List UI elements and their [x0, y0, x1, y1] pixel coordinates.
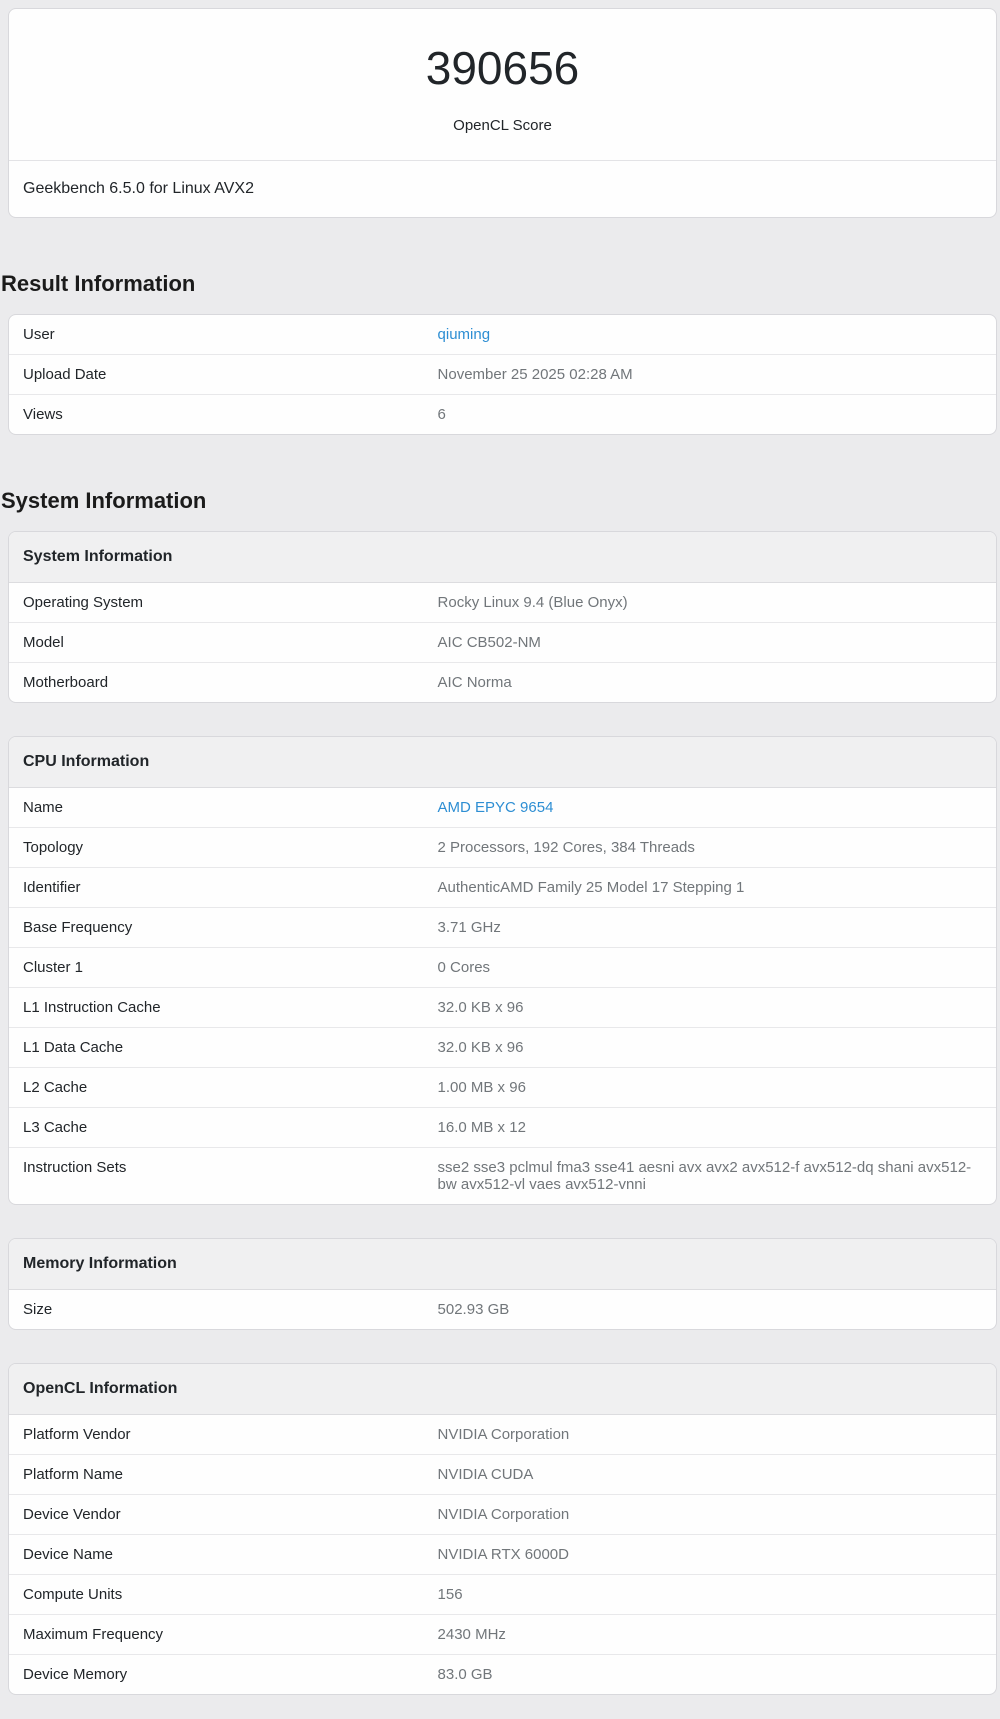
row-value: 6	[424, 395, 996, 435]
opencl-information-card: OpenCL Information Platform Vendor NVIDI…	[8, 1363, 997, 1695]
table-row-size: Size 502.93 GB	[9, 1290, 996, 1329]
row-value: NVIDIA CUDA	[424, 1455, 996, 1495]
row-label: L1 Data Cache	[9, 1028, 424, 1068]
row-label: Device Vendor	[9, 1495, 424, 1535]
row-value: 502.93 GB	[424, 1290, 996, 1329]
system-information-card: System Information Operating System Rock…	[8, 531, 997, 703]
row-label: Device Memory	[9, 1655, 424, 1695]
table-row-identifier: Identifier AuthenticAMD Family 25 Model …	[9, 868, 996, 908]
row-label: Base Frequency	[9, 908, 424, 948]
table-row-l2-cache: L2 Cache 1.00 MB x 96	[9, 1068, 996, 1108]
table-row-base-frequency: Base Frequency 3.71 GHz	[9, 908, 996, 948]
row-value: 2 Processors, 192 Cores, 384 Threads	[424, 828, 996, 868]
opencl-information-table: Platform Vendor NVIDIA Corporation Platf…	[9, 1415, 996, 1694]
row-label: Size	[9, 1290, 424, 1329]
row-value: AMD EPYC 9654	[424, 788, 996, 828]
table-row-l3-cache: L3 Cache 16.0 MB x 12	[9, 1108, 996, 1148]
table-row-device-name: Device Name NVIDIA RTX 6000D	[9, 1535, 996, 1575]
row-label: L3 Cache	[9, 1108, 424, 1148]
row-value: AIC Norma	[424, 663, 996, 703]
row-value: 0 Cores	[424, 948, 996, 988]
opencl-score-value: 390656	[23, 45, 982, 91]
table-row-device-vendor: Device Vendor NVIDIA Corporation	[9, 1495, 996, 1535]
table-row-platform-vendor: Platform Vendor NVIDIA Corporation	[9, 1415, 996, 1455]
opencl-card-header: OpenCL Information	[9, 1364, 996, 1415]
row-label: Name	[9, 788, 424, 828]
table-row-platform-name: Platform Name NVIDIA CUDA	[9, 1455, 996, 1495]
table-row-l1-data-cache: L1 Data Cache 32.0 KB x 96	[9, 1028, 996, 1068]
row-label: L2 Cache	[9, 1068, 424, 1108]
row-label: Cluster 1	[9, 948, 424, 988]
table-row-cpu-name: Name AMD EPYC 9654	[9, 788, 996, 828]
row-label: Model	[9, 623, 424, 663]
table-row-topology: Topology 2 Processors, 192 Cores, 384 Th…	[9, 828, 996, 868]
memory-card-header: Memory Information	[9, 1239, 996, 1290]
row-label: Identifier	[9, 868, 424, 908]
result-information-card: User qiuming Upload Date November 25 202…	[8, 314, 997, 435]
table-row-operating-system: Operating System Rocky Linux 9.4 (Blue O…	[9, 583, 996, 623]
row-value: sse2 sse3 pclmul fma3 sse41 aesni avx av…	[424, 1148, 996, 1205]
score-card: 390656 OpenCL Score Geekbench 6.5.0 for …	[8, 8, 997, 218]
table-row-views: Views 6	[9, 395, 996, 435]
row-value: 32.0 KB x 96	[424, 988, 996, 1028]
table-row-instruction-sets: Instruction Sets sse2 sse3 pclmul fma3 s…	[9, 1148, 996, 1205]
row-value: 1.00 MB x 96	[424, 1068, 996, 1108]
row-value: 83.0 GB	[424, 1655, 996, 1695]
opencl-score-label: OpenCL Score	[23, 117, 982, 134]
row-label: Instruction Sets	[9, 1148, 424, 1205]
table-row-motherboard: Motherboard AIC Norma	[9, 663, 996, 703]
table-row-cluster-1: Cluster 1 0 Cores	[9, 948, 996, 988]
row-label: Maximum Frequency	[9, 1615, 424, 1655]
memory-information-card: Memory Information Size 502.93 GB	[8, 1238, 997, 1330]
cpu-information-table: Name AMD EPYC 9654 Topology 2 Processors…	[9, 788, 996, 1204]
row-value: 156	[424, 1575, 996, 1615]
row-value: 32.0 KB x 96	[424, 1028, 996, 1068]
system-card-header: System Information	[9, 532, 996, 583]
table-row-compute-units: Compute Units 156	[9, 1575, 996, 1615]
table-row-upload-date: Upload Date November 25 2025 02:28 AM	[9, 355, 996, 395]
result-information-heading: Result Information	[1, 270, 1000, 297]
table-row-device-memory: Device Memory 83.0 GB	[9, 1655, 996, 1695]
table-row-l1-instruction-cache: L1 Instruction Cache 32.0 KB x 96	[9, 988, 996, 1028]
row-value: 2430 MHz	[424, 1615, 996, 1655]
cpu-name-link[interactable]: AMD EPYC 9654	[438, 799, 554, 816]
row-value: Rocky Linux 9.4 (Blue Onyx)	[424, 583, 996, 623]
row-label: User	[9, 315, 424, 355]
row-label: Platform Vendor	[9, 1415, 424, 1455]
row-value: AuthenticAMD Family 25 Model 17 Stepping…	[424, 868, 996, 908]
row-value: NVIDIA RTX 6000D	[424, 1535, 996, 1575]
cpu-card-header: CPU Information	[9, 737, 996, 788]
table-row-user: User qiuming	[9, 315, 996, 355]
user-link[interactable]: qiuming	[438, 326, 491, 343]
system-information-table: Operating System Rocky Linux 9.4 (Blue O…	[9, 583, 996, 702]
row-value: November 25 2025 02:28 AM	[424, 355, 996, 395]
table-row-maximum-frequency: Maximum Frequency 2430 MHz	[9, 1615, 996, 1655]
row-label: Views	[9, 395, 424, 435]
row-label: Operating System	[9, 583, 424, 623]
result-information-table: User qiuming Upload Date November 25 202…	[9, 315, 996, 434]
row-label: Device Name	[9, 1535, 424, 1575]
system-information-heading: System Information	[1, 487, 1000, 514]
row-value: NVIDIA Corporation	[424, 1415, 996, 1455]
row-label: L1 Instruction Cache	[9, 988, 424, 1028]
row-value: 16.0 MB x 12	[424, 1108, 996, 1148]
row-label: Topology	[9, 828, 424, 868]
benchmark-version: Geekbench 6.5.0 for Linux AVX2	[9, 160, 996, 217]
score-hero: 390656 OpenCL Score	[9, 9, 996, 160]
row-value: AIC CB502-NM	[424, 623, 996, 663]
table-row-model: Model AIC CB502-NM	[9, 623, 996, 663]
row-value: qiuming	[424, 315, 996, 355]
memory-information-table: Size 502.93 GB	[9, 1290, 996, 1329]
row-value: 3.71 GHz	[424, 908, 996, 948]
row-label: Platform Name	[9, 1455, 424, 1495]
row-label: Compute Units	[9, 1575, 424, 1615]
row-label: Motherboard	[9, 663, 424, 703]
row-label: Upload Date	[9, 355, 424, 395]
row-value: NVIDIA Corporation	[424, 1495, 996, 1535]
cpu-information-card: CPU Information Name AMD EPYC 9654 Topol…	[8, 736, 997, 1205]
